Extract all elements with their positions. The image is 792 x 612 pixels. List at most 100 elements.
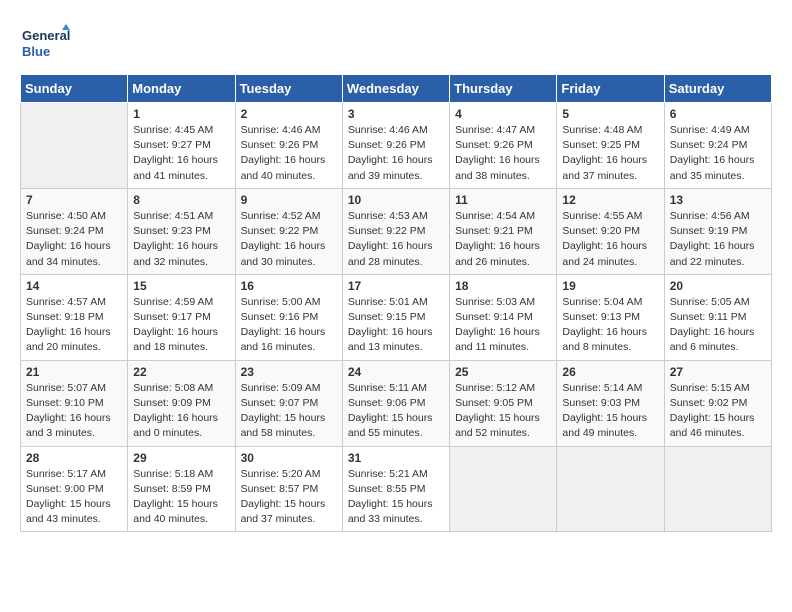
day-number: 13 (670, 193, 766, 207)
day-number: 17 (348, 279, 444, 293)
header-day-sunday: Sunday (21, 75, 128, 103)
day-info: Sunrise: 5:14 AM Sunset: 9:03 PM Dayligh… (562, 381, 658, 442)
calendar-cell: 25Sunrise: 5:12 AM Sunset: 9:05 PM Dayli… (450, 360, 557, 446)
day-info: Sunrise: 5:04 AM Sunset: 9:13 PM Dayligh… (562, 295, 658, 356)
calendar-cell: 10 Sunrise: 4:53 AM Sunset: 9:22 PM Dayli… (342, 188, 449, 274)
calendar-cell: 16 Sunrise: 5:00 AM Sunset: 9:16 PM Dayli… (235, 274, 342, 360)
calendar-header-row: SundayMondayTuesdayWednesdayThursdayFrid… (21, 75, 772, 103)
header: General Blue (20, 20, 772, 64)
header-day-tuesday: Tuesday (235, 75, 342, 103)
calendar-cell (21, 103, 128, 189)
day-info: Sunrise: 5:20 AM Sunset: 8:57 PM Dayligh… (241, 467, 337, 528)
calendar-cell: 19 Sunrise: 5:04 AM Sunset: 9:13 PM Dayli… (557, 274, 664, 360)
day-number: 1 (133, 107, 229, 121)
day-info: Sunrise: 5:15 AM Sunset: 9:02 PM Dayligh… (670, 381, 766, 442)
calendar-cell: 14 Sunrise: 4:57 AM Sunset: 9:18 PM Dayli… (21, 274, 128, 360)
day-number: 21 (26, 365, 122, 379)
calendar-cell: 29 Sunrise: 5:18 AM Sunset: 8:59 PM Dayli… (128, 446, 235, 532)
calendar-cell: 5Sunrise: 4:48 AM Sunset: 9:25 PM Daylig… (557, 103, 664, 189)
day-info: Sunrise: 4:49 AM Sunset: 9:24 PM Dayligh… (670, 123, 766, 184)
day-info: Sunrise: 4:54 AM Sunset: 9:21 PM Dayligh… (455, 209, 551, 270)
day-info: Sunrise: 4:57 AM Sunset: 9:18 PM Dayligh… (26, 295, 122, 356)
logo-svg: General Blue (20, 20, 70, 64)
calendar-cell: 30Sunrise: 5:20 AM Sunset: 8:57 PM Dayli… (235, 446, 342, 532)
day-number: 4 (455, 107, 551, 121)
calendar-cell: 26Sunrise: 5:14 AM Sunset: 9:03 PM Dayli… (557, 360, 664, 446)
day-number: 14 (26, 279, 122, 293)
day-info: Sunrise: 5:00 AM Sunset: 9:16 PM Dayligh… (241, 295, 337, 356)
svg-text:Blue: Blue (22, 44, 50, 59)
header-day-wednesday: Wednesday (342, 75, 449, 103)
calendar-cell: 17 Sunrise: 5:01 AM Sunset: 9:15 PM Dayli… (342, 274, 449, 360)
calendar-week-2: 7 Sunrise: 4:50 AM Sunset: 9:24 PM Daylig… (21, 188, 772, 274)
calendar-cell: 15 Sunrise: 4:59 AM Sunset: 9:17 PM Dayli… (128, 274, 235, 360)
day-info: Sunrise: 4:46 AM Sunset: 9:26 PM Dayligh… (241, 123, 337, 184)
calendar-cell (450, 446, 557, 532)
day-info: Sunrise: 5:08 AM Sunset: 9:09 PM Dayligh… (133, 381, 229, 442)
day-number: 9 (241, 193, 337, 207)
calendar-cell: 12 Sunrise: 4:55 AM Sunset: 9:20 PM Dayli… (557, 188, 664, 274)
day-info: Sunrise: 5:01 AM Sunset: 9:15 PM Dayligh… (348, 295, 444, 356)
header-day-saturday: Saturday (664, 75, 771, 103)
day-number: 23 (241, 365, 337, 379)
day-info: Sunrise: 5:17 AM Sunset: 9:00 PM Dayligh… (26, 467, 122, 528)
calendar-cell (557, 446, 664, 532)
day-info: Sunrise: 4:46 AM Sunset: 9:26 PM Dayligh… (348, 123, 444, 184)
day-info: Sunrise: 5:03 AM Sunset: 9:14 PM Dayligh… (455, 295, 551, 356)
day-number: 15 (133, 279, 229, 293)
day-number: 3 (348, 107, 444, 121)
day-info: Sunrise: 4:53 AM Sunset: 9:22 PM Dayligh… (348, 209, 444, 270)
day-number: 8 (133, 193, 229, 207)
day-number: 12 (562, 193, 658, 207)
calendar-week-1: 1Sunrise: 4:45 AM Sunset: 9:27 PM Daylig… (21, 103, 772, 189)
day-info: Sunrise: 4:55 AM Sunset: 9:20 PM Dayligh… (562, 209, 658, 270)
calendar-cell: 20Sunrise: 5:05 AM Sunset: 9:11 PM Dayli… (664, 274, 771, 360)
calendar-cell: 21 Sunrise: 5:07 AM Sunset: 9:10 PM Dayli… (21, 360, 128, 446)
day-number: 20 (670, 279, 766, 293)
calendar-table: SundayMondayTuesdayWednesdayThursdayFrid… (20, 74, 772, 532)
day-number: 29 (133, 451, 229, 465)
calendar-cell: 2 Sunrise: 4:46 AM Sunset: 9:26 PM Daylig… (235, 103, 342, 189)
header-day-friday: Friday (557, 75, 664, 103)
calendar-week-4: 21 Sunrise: 5:07 AM Sunset: 9:10 PM Dayli… (21, 360, 772, 446)
day-number: 2 (241, 107, 337, 121)
day-info: Sunrise: 5:07 AM Sunset: 9:10 PM Dayligh… (26, 381, 122, 442)
day-info: Sunrise: 5:18 AM Sunset: 8:59 PM Dayligh… (133, 467, 229, 528)
day-info: Sunrise: 4:59 AM Sunset: 9:17 PM Dayligh… (133, 295, 229, 356)
day-number: 25 (455, 365, 551, 379)
day-info: Sunrise: 5:09 AM Sunset: 9:07 PM Dayligh… (241, 381, 337, 442)
calendar-cell: 13 Sunrise: 4:56 AM Sunset: 9:19 PM Dayli… (664, 188, 771, 274)
calendar-cell: 1Sunrise: 4:45 AM Sunset: 9:27 PM Daylig… (128, 103, 235, 189)
day-info: Sunrise: 4:51 AM Sunset: 9:23 PM Dayligh… (133, 209, 229, 270)
day-number: 18 (455, 279, 551, 293)
calendar-cell: 9 Sunrise: 4:52 AM Sunset: 9:22 PM Daylig… (235, 188, 342, 274)
day-number: 10 (348, 193, 444, 207)
calendar-cell: 31Sunrise: 5:21 AM Sunset: 8:55 PM Dayli… (342, 446, 449, 532)
calendar-cell: 8 Sunrise: 4:51 AM Sunset: 9:23 PM Daylig… (128, 188, 235, 274)
calendar-week-3: 14 Sunrise: 4:57 AM Sunset: 9:18 PM Dayli… (21, 274, 772, 360)
calendar-cell: 22 Sunrise: 5:08 AM Sunset: 9:09 PM Dayli… (128, 360, 235, 446)
day-info: Sunrise: 5:21 AM Sunset: 8:55 PM Dayligh… (348, 467, 444, 528)
day-number: 22 (133, 365, 229, 379)
calendar-cell: 7 Sunrise: 4:50 AM Sunset: 9:24 PM Daylig… (21, 188, 128, 274)
calendar-cell: 11Sunrise: 4:54 AM Sunset: 9:21 PM Dayli… (450, 188, 557, 274)
day-info: Sunrise: 4:56 AM Sunset: 9:19 PM Dayligh… (670, 209, 766, 270)
logo: General Blue (20, 20, 70, 64)
header-day-thursday: Thursday (450, 75, 557, 103)
day-info: Sunrise: 5:11 AM Sunset: 9:06 PM Dayligh… (348, 381, 444, 442)
calendar-cell: 27Sunrise: 5:15 AM Sunset: 9:02 PM Dayli… (664, 360, 771, 446)
calendar-cell: 24 Sunrise: 5:11 AM Sunset: 9:06 PM Dayli… (342, 360, 449, 446)
calendar-cell: 4 Sunrise: 4:47 AM Sunset: 9:26 PM Daylig… (450, 103, 557, 189)
calendar-week-5: 28 Sunrise: 5:17 AM Sunset: 9:00 PM Dayli… (21, 446, 772, 532)
calendar-cell: 3 Sunrise: 4:46 AM Sunset: 9:26 PM Daylig… (342, 103, 449, 189)
calendar-cell: 6Sunrise: 4:49 AM Sunset: 9:24 PM Daylig… (664, 103, 771, 189)
day-number: 7 (26, 193, 122, 207)
day-info: Sunrise: 4:50 AM Sunset: 9:24 PM Dayligh… (26, 209, 122, 270)
day-number: 19 (562, 279, 658, 293)
day-number: 16 (241, 279, 337, 293)
day-number: 28 (26, 451, 122, 465)
day-info: Sunrise: 4:47 AM Sunset: 9:26 PM Dayligh… (455, 123, 551, 184)
day-number: 24 (348, 365, 444, 379)
day-info: Sunrise: 4:52 AM Sunset: 9:22 PM Dayligh… (241, 209, 337, 270)
calendar-cell: 28 Sunrise: 5:17 AM Sunset: 9:00 PM Dayli… (21, 446, 128, 532)
